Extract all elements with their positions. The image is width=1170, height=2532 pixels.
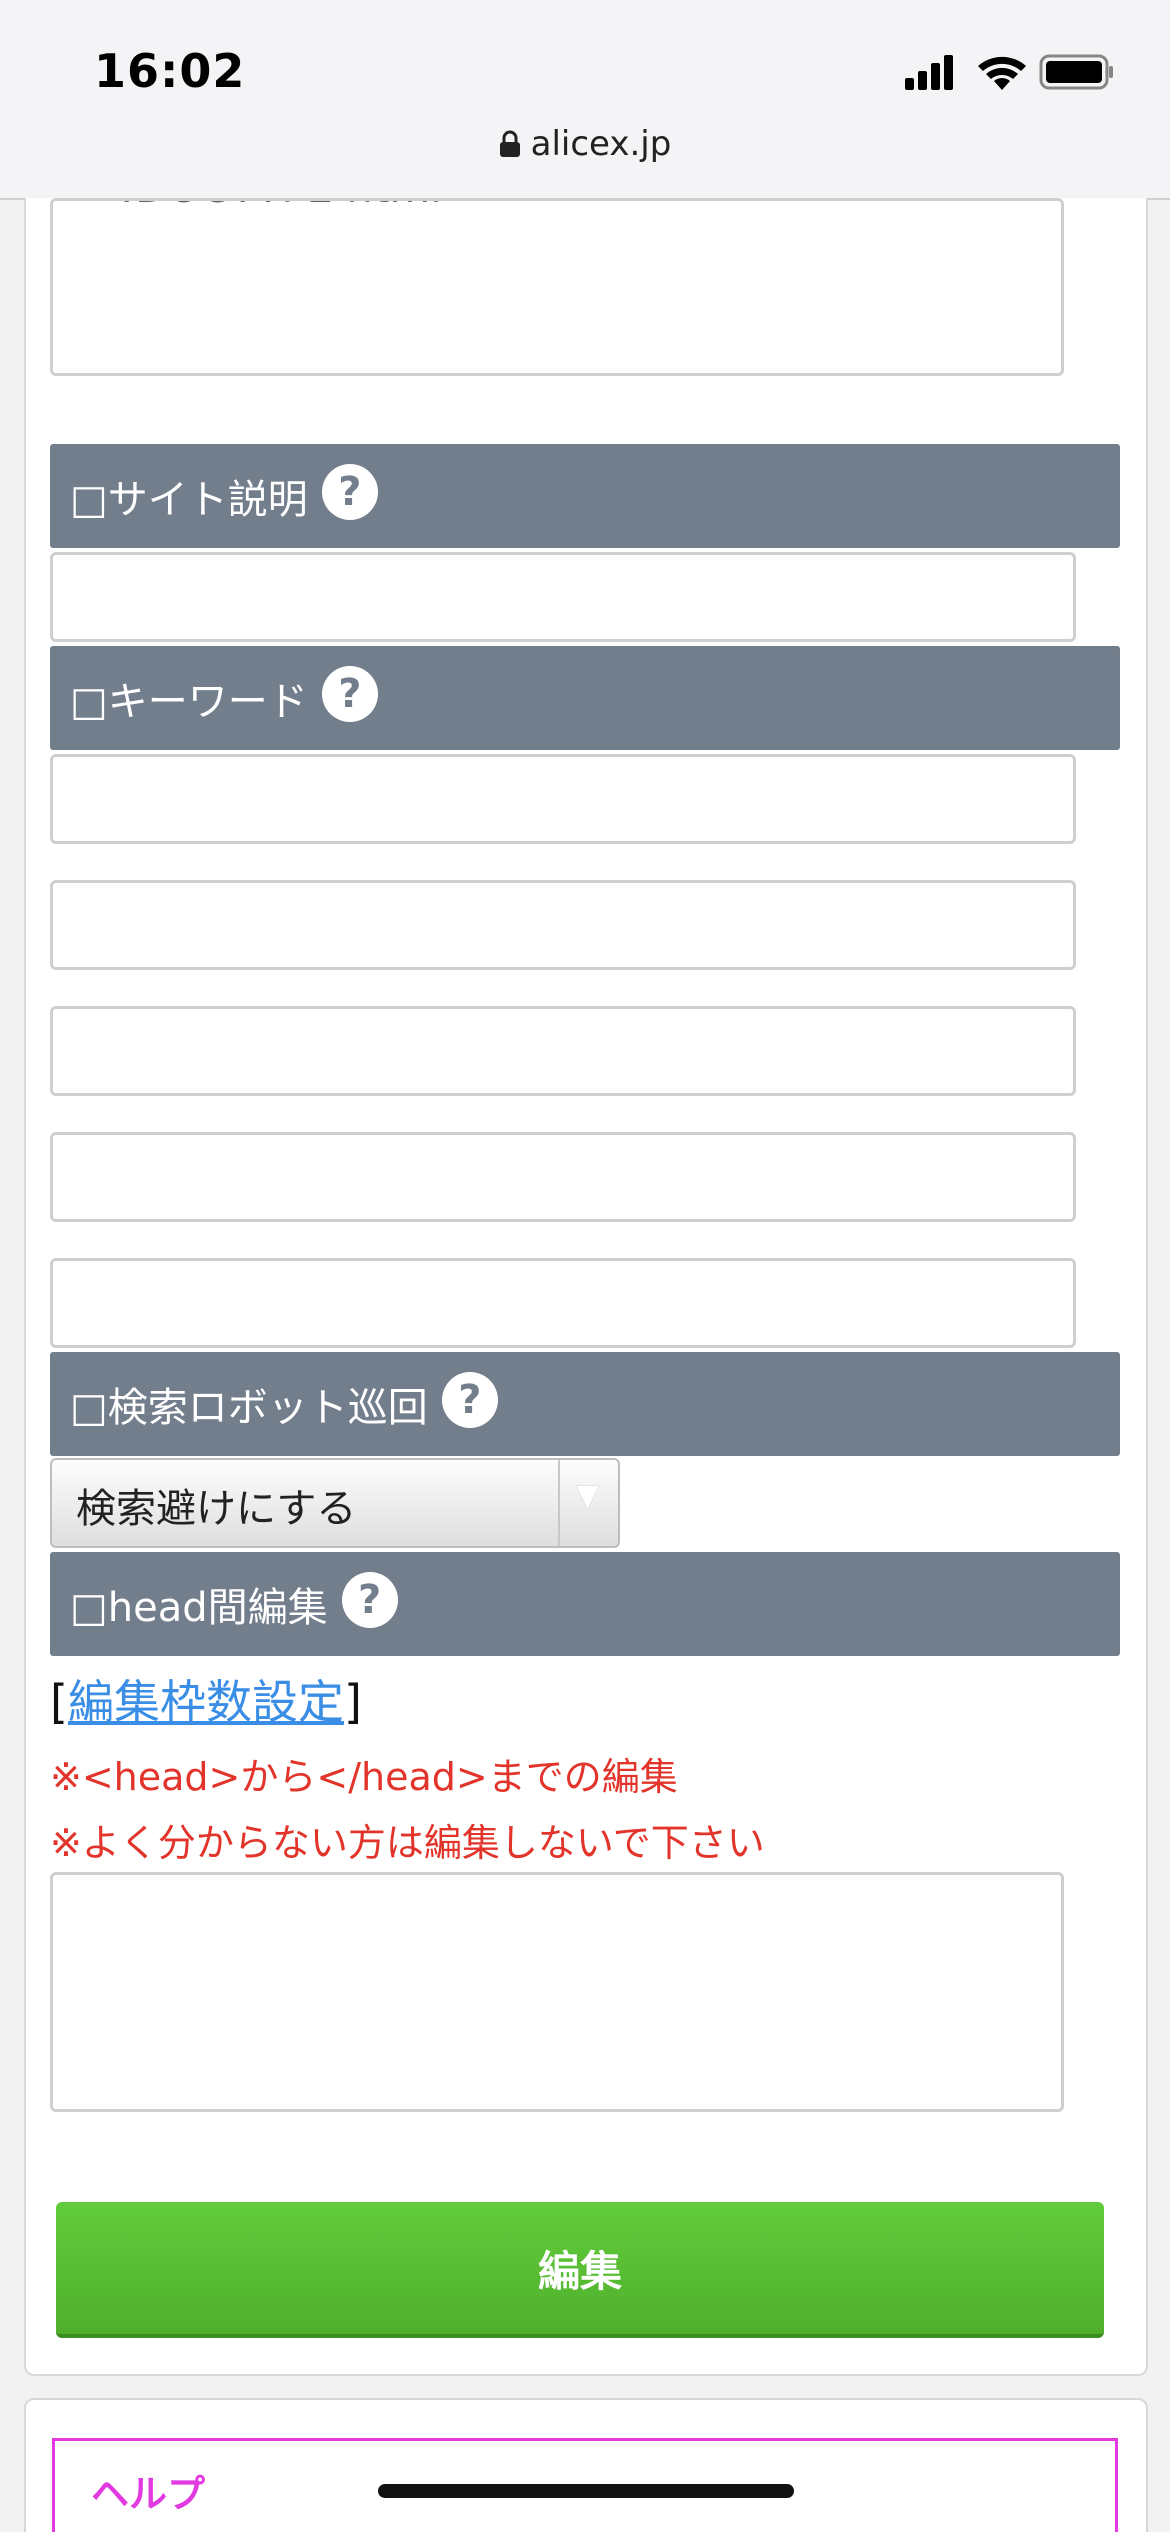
system-icons bbox=[905, 52, 1115, 92]
html-textarea[interactable]: <!DOCTYPE html> bbox=[50, 198, 1064, 376]
bracket-open: [ bbox=[50, 1675, 68, 1729]
help-title: ヘルプ bbox=[91, 2472, 206, 2516]
keyword-input-5[interactable] bbox=[50, 1258, 1076, 1348]
robots-label: □検索ロボット巡回 bbox=[70, 1385, 428, 1431]
html-textarea-value: <!DOCTYPE html> bbox=[83, 201, 477, 212]
edit-frame-link-line: [編集枠数設定] bbox=[50, 1666, 362, 1732]
head-textarea[interactable] bbox=[50, 1872, 1064, 2112]
site-description-input[interactable] bbox=[50, 552, 1076, 642]
browser-status-bar: 16:02 alicex.jp bbox=[0, 0, 1170, 200]
edit-submit-button[interactable]: 編集 bbox=[56, 2202, 1104, 2338]
site-description-label: □サイト説明 bbox=[70, 477, 308, 523]
select-divider bbox=[558, 1460, 560, 1546]
keyword-input-2[interactable] bbox=[50, 880, 1076, 970]
head-edit-header: □head間編集 ? bbox=[50, 1552, 1120, 1656]
robots-header: □検索ロボット巡回 ? bbox=[50, 1352, 1120, 1456]
question-icon[interactable]: ? bbox=[321, 464, 378, 520]
clock-time: 16:02 bbox=[94, 44, 246, 98]
home-indicator[interactable] bbox=[378, 2484, 794, 2498]
bracket-close: ] bbox=[343, 1675, 362, 1729]
head-edit-label: □head間編集 bbox=[70, 1585, 328, 1631]
robots-select-value: 検索避けにする bbox=[76, 1486, 357, 1532]
url-text: alicex.jp bbox=[530, 124, 672, 164]
robots-select[interactable]: 検索避けにする ▼ bbox=[50, 1458, 620, 1548]
keywords-header: □キーワード ? bbox=[50, 646, 1120, 750]
site-description-header: □サイト説明 ? bbox=[50, 444, 1120, 548]
head-edit-note: ※<head>から</head>までの編集 bbox=[50, 1755, 678, 1799]
wifi-icon bbox=[978, 56, 1026, 90]
keyword-input-4[interactable] bbox=[50, 1132, 1076, 1222]
address-bar[interactable]: alicex.jp bbox=[0, 124, 1170, 167]
edit-frame-count-link[interactable]: 編集枠数設定 bbox=[68, 1675, 344, 1729]
keyword-input-3[interactable] bbox=[50, 1006, 1076, 1096]
help-card: ヘルプ bbox=[24, 2398, 1148, 2532]
head-edit-warning: ※よく分からない方は編集しないで下さい bbox=[50, 1821, 765, 1865]
question-icon[interactable]: ? bbox=[441, 1372, 498, 1428]
question-icon[interactable]: ? bbox=[321, 666, 378, 722]
lock-icon bbox=[499, 127, 521, 167]
keyword-input-1[interactable] bbox=[50, 754, 1076, 844]
chevron-down-icon: ▼ bbox=[576, 1478, 600, 1513]
question-icon[interactable]: ? bbox=[341, 1572, 398, 1628]
cellular-signal-icon bbox=[905, 55, 953, 90]
battery-icon bbox=[1039, 54, 1113, 90]
keywords-label: □キーワード bbox=[70, 679, 308, 725]
